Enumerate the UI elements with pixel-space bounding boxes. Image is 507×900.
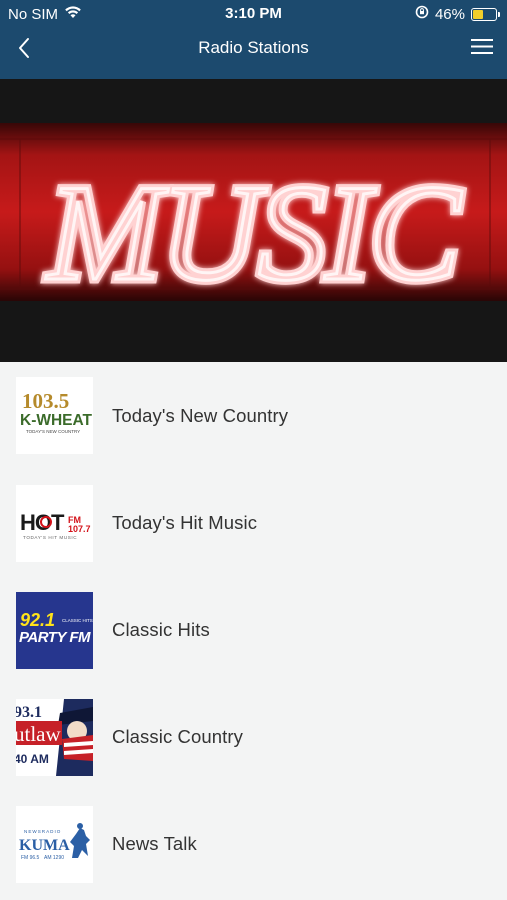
logo-text: CLASSIC HITS — [62, 618, 93, 623]
status-bar: No SIM 3:10 PM 46% — [0, 0, 507, 28]
nav-bar: Radio Stations — [0, 30, 507, 70]
station-logo-hotfm: HOT FM 107.7 TODAY'S HIT MUSIC — [16, 485, 93, 562]
top-bar: No SIM 3:10 PM 46% Radio Stations — [0, 0, 507, 79]
logo-text: 93.1 — [16, 704, 42, 721]
station-logo-partyfm: 92.1 CLASSIC HITS PARTY FM — [16, 592, 93, 669]
logo-text: 107.7 — [68, 524, 91, 534]
status-right: 46% — [415, 5, 500, 23]
logo-text: KUMA — [19, 837, 70, 854]
hamburger-menu-icon — [471, 38, 493, 60]
logo-text: 103.5 — [22, 389, 69, 413]
station-row[interactable]: 103.5 K-WHEAT TODAY'S NEW COUNTRY Today'… — [0, 362, 507, 469]
station-logo-kuma: NEWSRADIO KUMA FM 96.5 AM 1290 — [16, 806, 93, 883]
hero-banner-image: MUSIC MUSIC — [0, 79, 507, 362]
battery-percent: 46% — [434, 5, 465, 23]
station-label: Classic Country — [112, 725, 244, 747]
logo-text: AM 1290 — [44, 855, 64, 861]
logo-text: K-WHEAT — [20, 412, 93, 429]
hero-neon-text-core: MUSIC — [45, 156, 463, 309]
page-title: Radio Stations — [198, 38, 309, 57]
orientation-lock-icon — [415, 5, 429, 23]
menu-button[interactable] — [469, 36, 495, 62]
station-label: Today's Hit Music — [112, 511, 258, 533]
station-label: News Talk — [112, 832, 197, 854]
logo-text: utlaw — [16, 722, 61, 746]
logo-text: HOT — [20, 510, 65, 535]
station-logo-outlaw: 93.1 utlaw 40 AM — [16, 699, 93, 776]
station-row[interactable]: 92.1 CLASSIC HITS PARTY FM Classic Hits — [0, 576, 507, 683]
battery-icon — [471, 7, 500, 21]
station-label: Today's New Country — [112, 404, 289, 426]
station-label: Classic Hits — [112, 618, 210, 640]
battery-fill — [473, 9, 483, 19]
station-row[interactable]: NEWSRADIO KUMA FM 96.5 AM 1290 News Talk — [0, 790, 507, 897]
logo-text: 40 AM — [16, 752, 49, 766]
station-row[interactable]: 93.1 utlaw 40 AM Classic Country — [0, 683, 507, 790]
logo-text: NEWSRADIO — [24, 829, 61, 834]
logo-text: TODAY'S HIT MUSIC — [23, 535, 77, 540]
station-row[interactable]: HOT FM 107.7 TODAY'S HIT MUSIC Today's H… — [0, 469, 507, 576]
logo-text: TODAY'S NEW COUNTRY — [26, 429, 80, 434]
station-logo-kwheat: 103.5 K-WHEAT TODAY'S NEW COUNTRY — [16, 377, 93, 454]
logo-text: FM 96.5 — [21, 855, 40, 861]
logo-text: PARTY FM — [19, 629, 91, 646]
logo-text: 92.1 — [20, 610, 55, 630]
